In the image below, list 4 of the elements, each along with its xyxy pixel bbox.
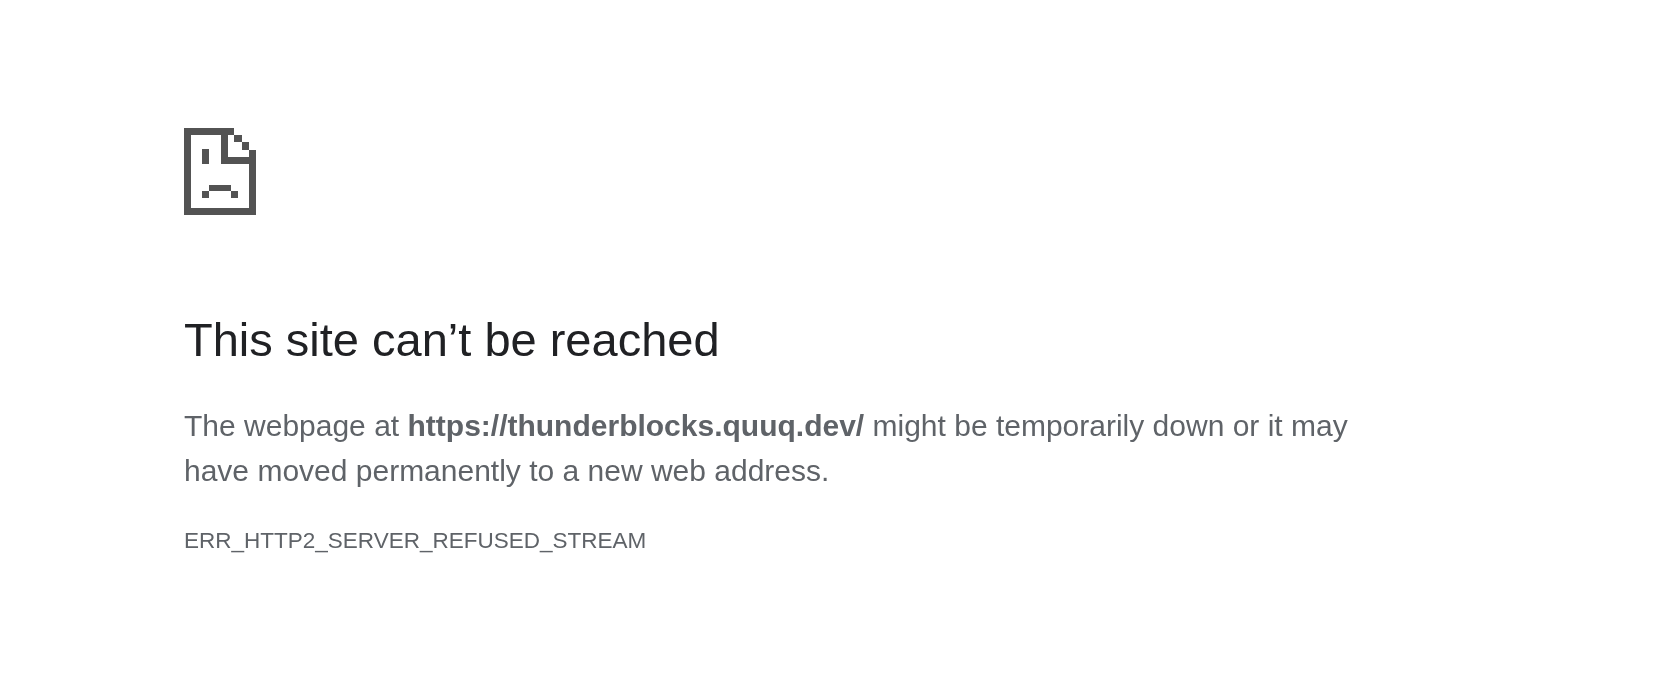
- error-heading: This site can’t be reached: [184, 312, 720, 368]
- error-code: ERR_HTTP2_SERVER_REFUSED_STREAM: [184, 527, 647, 555]
- error-message: The webpage at https://thunderblocks.quuq.dev/ might be temporarily down or it may have moved permanently to a new web address.: [184, 408, 1349, 489]
- sad-page-icon: [184, 128, 256, 215]
